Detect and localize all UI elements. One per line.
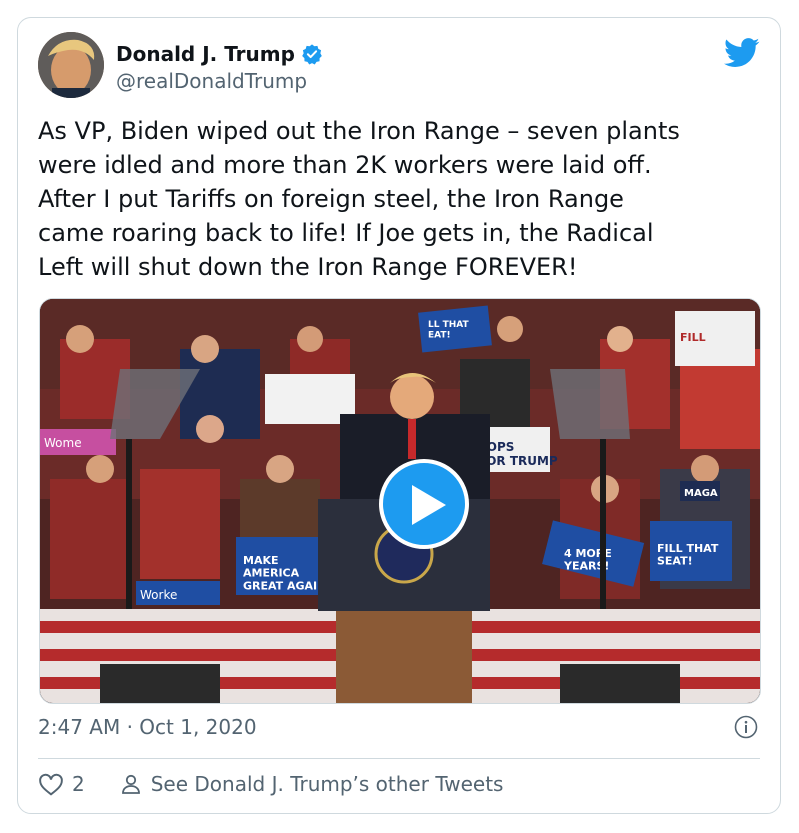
heart-icon — [39, 773, 63, 796]
tweet-video[interactable]: LL THAT EAT! COPS FOR TRUMP MAKE AMERICA GRE… — [39, 298, 761, 704]
divider — [38, 758, 760, 759]
author-handle[interactable]: @realDonaldTrump — [116, 69, 307, 93]
tweet-timestamp[interactable]: 2:47 AM · Oct 1, 2020 — [38, 715, 257, 739]
person-icon — [121, 774, 140, 794]
sign-maga: MAGA — [684, 488, 718, 499]
like-count: 2 — [72, 772, 85, 796]
play-icon — [412, 485, 446, 525]
tweet-card: Donald J. Trump @realDonaldTrump As VP, … — [17, 17, 781, 814]
tweet-text: As VP, Biden wiped out the Iron Range – … — [38, 117, 680, 281]
like-action[interactable]: 2 — [38, 772, 85, 796]
sign-fill-right: FILL — [680, 331, 706, 344]
info-icon[interactable] — [734, 715, 758, 739]
other-tweets-label[interactable]: See Donald J. Trump’s other Tweets — [151, 772, 504, 796]
play-button[interactable] — [379, 459, 469, 549]
avatar[interactable] — [38, 32, 104, 98]
tweet-actions: 2 See Donald J. Trump’s other Tweets — [38, 772, 503, 796]
sign-women: Wome — [44, 436, 82, 450]
twitter-bird-icon[interactable] — [724, 38, 760, 68]
author-display-name[interactable]: Donald J. Trump — [116, 42, 295, 66]
sign-workers: Worke — [140, 588, 177, 602]
other-tweets-link[interactable]: See Donald J. Trump’s other Tweets — [119, 772, 504, 796]
author-name-row[interactable]: Donald J. Trump — [116, 42, 323, 66]
verified-badge-icon — [302, 44, 322, 65]
